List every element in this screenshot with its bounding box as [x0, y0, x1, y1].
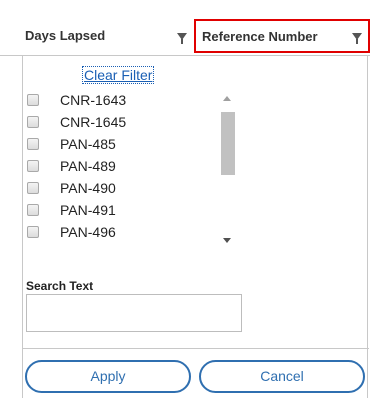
filter-popup: Clear Filter CNR-1643 CNR-1645 PAN-485 P… [22, 56, 369, 398]
list-scrollbar[interactable] [219, 88, 235, 248]
apply-button[interactable]: Apply [25, 360, 191, 393]
divider [23, 348, 369, 349]
scroll-down-arrow-icon[interactable] [223, 238, 231, 243]
list-item[interactable]: CNR-1645 [27, 112, 207, 132]
list-item[interactable]: PAN-490 [27, 178, 207, 198]
checkbox[interactable] [27, 182, 39, 194]
list-item[interactable]: PAN-491 [27, 200, 207, 220]
list-item-label: PAN-485 [60, 136, 116, 152]
checkbox[interactable] [27, 138, 39, 150]
search-text-label: Search Text [26, 279, 94, 293]
column-header-days-lapsed[interactable]: Days Lapsed [0, 17, 192, 55]
checkbox[interactable] [27, 204, 39, 216]
list-item[interactable]: CNR-1643 [27, 90, 207, 110]
list-item[interactable]: PAN-496 [27, 222, 207, 242]
filter-icon[interactable] [177, 33, 187, 44]
list-item[interactable]: PAN-489 [27, 156, 207, 176]
list-item-label: PAN-496 [60, 224, 116, 240]
list-item-label: CNR-1643 [60, 92, 127, 108]
filter-icon[interactable] [352, 33, 362, 44]
list-item-label: PAN-489 [60, 158, 116, 174]
clear-filter-link[interactable]: Clear Filter [82, 66, 155, 84]
checkbox[interactable] [27, 116, 39, 128]
list-item-label: PAN-491 [60, 202, 116, 218]
checkbox[interactable] [27, 160, 39, 172]
search-text-input[interactable] [26, 294, 242, 332]
cancel-button[interactable]: Cancel [199, 360, 365, 393]
list-item-label: PAN-490 [60, 180, 116, 196]
filter-value-list: CNR-1643 CNR-1645 PAN-485 PAN-489 PAN-49… [23, 88, 223, 248]
grid-header-row: Days Lapsed Reference Number [0, 17, 370, 56]
list-item-label: CNR-1645 [60, 114, 127, 130]
checkbox[interactable] [27, 226, 39, 238]
checkbox[interactable] [27, 94, 39, 106]
column-header-label: Days Lapsed [25, 28, 106, 43]
column-header-label: Reference Number [202, 29, 318, 44]
column-header-reference-number[interactable]: Reference Number [194, 19, 370, 53]
scrollbar-thumb[interactable] [221, 112, 235, 175]
list-item[interactable]: PAN-485 [27, 134, 207, 154]
scroll-up-arrow-icon[interactable] [223, 96, 231, 101]
